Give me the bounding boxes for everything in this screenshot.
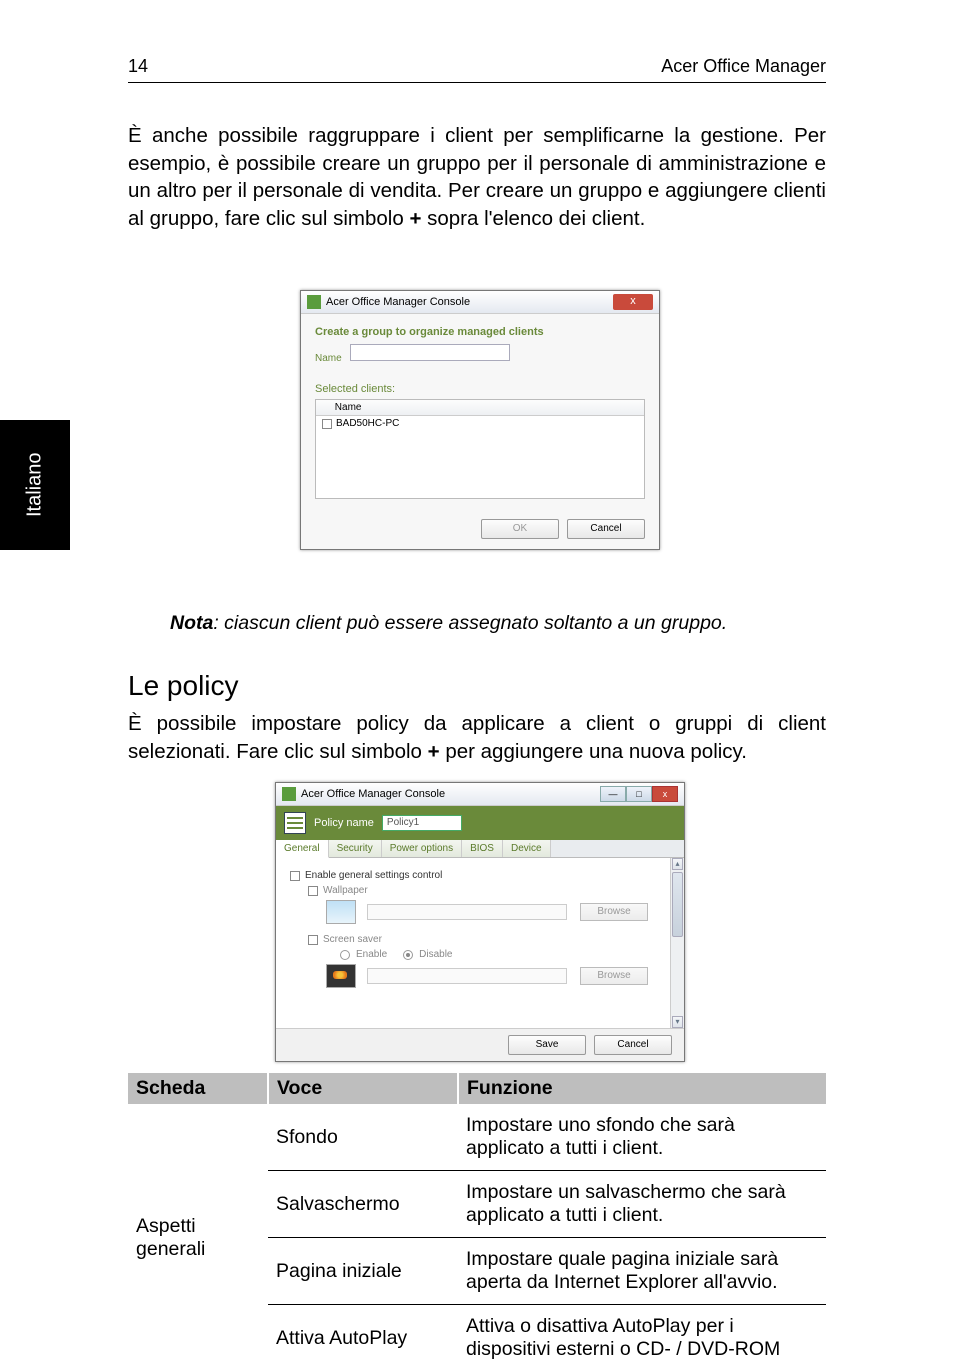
table-row: Aspetti generali Sfondo Impostare uno sf…	[128, 1104, 826, 1171]
name-label: Name	[315, 353, 342, 364]
disable-radio-label: Disable	[419, 949, 452, 960]
tab-device[interactable]: Device	[503, 840, 551, 857]
language-tab: Italiano	[0, 420, 70, 550]
dialog-buttons: OK Cancel	[301, 509, 659, 549]
close-icon[interactable]: x	[652, 786, 678, 802]
ok-button[interactable]: OK	[481, 519, 559, 539]
clients-table: Name BAD50HC-PC	[315, 399, 645, 499]
wallpaper-label: Wallpaper	[323, 885, 368, 896]
cell-voce: Salvaschermo	[268, 1171, 458, 1238]
browse-button[interactable]: Browse	[580, 967, 648, 985]
screensaver-path-input[interactable]	[367, 968, 567, 984]
table-header-row: Scheda Voce Funzione	[128, 1073, 826, 1104]
cell-voce: Pagina iniziale	[268, 1238, 458, 1305]
wallpaper-path-input[interactable]	[367, 904, 567, 920]
policy-dialog: Acer Office Manager Console — □ x Policy…	[275, 782, 685, 1062]
cell-funzione: Impostare uno sfondo che sarà applicato …	[458, 1104, 826, 1171]
policy-name-input[interactable]: Policy1	[382, 815, 462, 831]
screensaver-picker-row: Browse	[326, 964, 670, 988]
enable-radio[interactable]	[340, 950, 350, 960]
scroll-down-icon[interactable]: ▾	[672, 1016, 683, 1028]
cell-voce: Sfondo	[268, 1104, 458, 1171]
tab-general[interactable]: General	[276, 840, 329, 858]
cancel-button[interactable]: Cancel	[567, 519, 645, 539]
wallpaper-preview	[326, 900, 356, 924]
tab-security[interactable]: Security	[329, 840, 382, 857]
create-group-dialog: Acer Office Manager Console x Create a g…	[300, 290, 660, 550]
wallpaper-checkbox[interactable]	[308, 886, 318, 896]
tab-power[interactable]: Power options	[382, 840, 462, 857]
p1-tail: sopra l'elenco dei client.	[421, 207, 645, 230]
clients-table-header: Name	[316, 400, 644, 416]
disable-radio[interactable]	[403, 950, 413, 960]
cell-scheda: Aspetti generali	[128, 1104, 268, 1371]
policy-icon	[284, 812, 306, 834]
save-button[interactable]: Save	[508, 1035, 586, 1055]
p2-tail: per aggiungere una nuova policy.	[440, 740, 747, 763]
screensaver-checkbox[interactable]	[308, 935, 318, 945]
app-icon	[282, 787, 296, 801]
scrollbar[interactable]: ▴ ▾	[670, 858, 684, 1028]
paragraph-2: È possibile impostare policy da applicar…	[128, 710, 826, 765]
window-buttons: — □ x	[600, 786, 678, 802]
th-scheda: Scheda	[128, 1073, 268, 1104]
selected-clients-label: Selected clients:	[315, 383, 645, 395]
page-number: 14	[128, 56, 148, 77]
enable-radio-label: Enable	[356, 949, 387, 960]
screensaver-radio-row: Enable Disable	[340, 949, 670, 960]
browse-button[interactable]: Browse	[580, 903, 648, 921]
cell-funzione: Impostare un salvaschermo che sarà appli…	[458, 1171, 826, 1238]
p1-plus: +	[409, 207, 421, 230]
policy-name-bar: Policy name Policy1	[276, 806, 684, 840]
app-icon	[307, 295, 321, 309]
th-voce: Voce	[268, 1073, 458, 1104]
note-body: : ciascun client può essere assegnato so…	[213, 612, 727, 634]
cell-funzione: Impostare quale pagina iniziale sarà ape…	[458, 1238, 826, 1305]
cell-voce: Attiva AutoPlay	[268, 1305, 458, 1371]
enable-settings-row[interactable]: Enable general settings control	[290, 870, 670, 881]
dialog-body: Create a group to organize managed clien…	[301, 314, 659, 509]
policy-footer: Save Cancel	[276, 1028, 684, 1061]
policy-body: Enable general settings control Wallpape…	[276, 858, 684, 1028]
wallpaper-row: Wallpaper	[308, 885, 670, 896]
enable-settings-label: Enable general settings control	[305, 870, 442, 881]
policy-title-text: Acer Office Manager Console	[301, 788, 445, 800]
close-icon[interactable]: x	[613, 294, 653, 310]
wallpaper-picker-row: Browse	[326, 900, 670, 924]
screensaver-preview	[326, 964, 356, 988]
enable-settings-checkbox[interactable]	[290, 871, 300, 881]
group-name-input[interactable]	[350, 344, 510, 361]
scroll-thumb[interactable]	[672, 872, 683, 937]
paragraph-1: È anche possibile raggruppare i client p…	[128, 122, 826, 233]
note-label: Nota	[170, 612, 213, 634]
client-name: BAD50HC-PC	[336, 418, 399, 429]
dialog-heading: Create a group to organize managed clien…	[315, 326, 645, 338]
policy-titlebar: Acer Office Manager Console — □ x	[276, 783, 684, 806]
th-funzione: Funzione	[458, 1073, 826, 1104]
cell-funzione: Attiva o disattiva AutoPlay per i dispos…	[458, 1305, 826, 1371]
settings-table: Scheda Voce Funzione Aspetti generali Sf…	[128, 1073, 826, 1371]
row-checkbox[interactable]	[322, 419, 332, 429]
dialog-title-text: Acer Office Manager Console	[326, 296, 470, 308]
tab-bios[interactable]: BIOS	[462, 840, 503, 857]
policy-name-label: Policy name	[314, 817, 374, 829]
dialog-titlebar: Acer Office Manager Console x	[301, 291, 659, 314]
policy-tabs: General Security Power options BIOS Devi…	[276, 840, 684, 858]
header-rule	[128, 82, 826, 83]
section-heading: Le policy	[128, 670, 239, 702]
p2-plus: +	[428, 740, 440, 763]
col-name-header: Name	[335, 402, 362, 413]
minimize-icon[interactable]: —	[600, 786, 626, 802]
screensaver-label: Screen saver	[323, 934, 382, 945]
maximize-icon[interactable]: □	[626, 786, 652, 802]
scroll-up-icon[interactable]: ▴	[672, 858, 683, 870]
header-title: Acer Office Manager	[661, 56, 826, 77]
cancel-button[interactable]: Cancel	[594, 1035, 672, 1055]
table-row[interactable]: BAD50HC-PC	[316, 416, 644, 431]
screensaver-row: Screen saver	[308, 934, 670, 945]
note-text: Nota: ciascun client può essere assegnat…	[170, 612, 826, 635]
